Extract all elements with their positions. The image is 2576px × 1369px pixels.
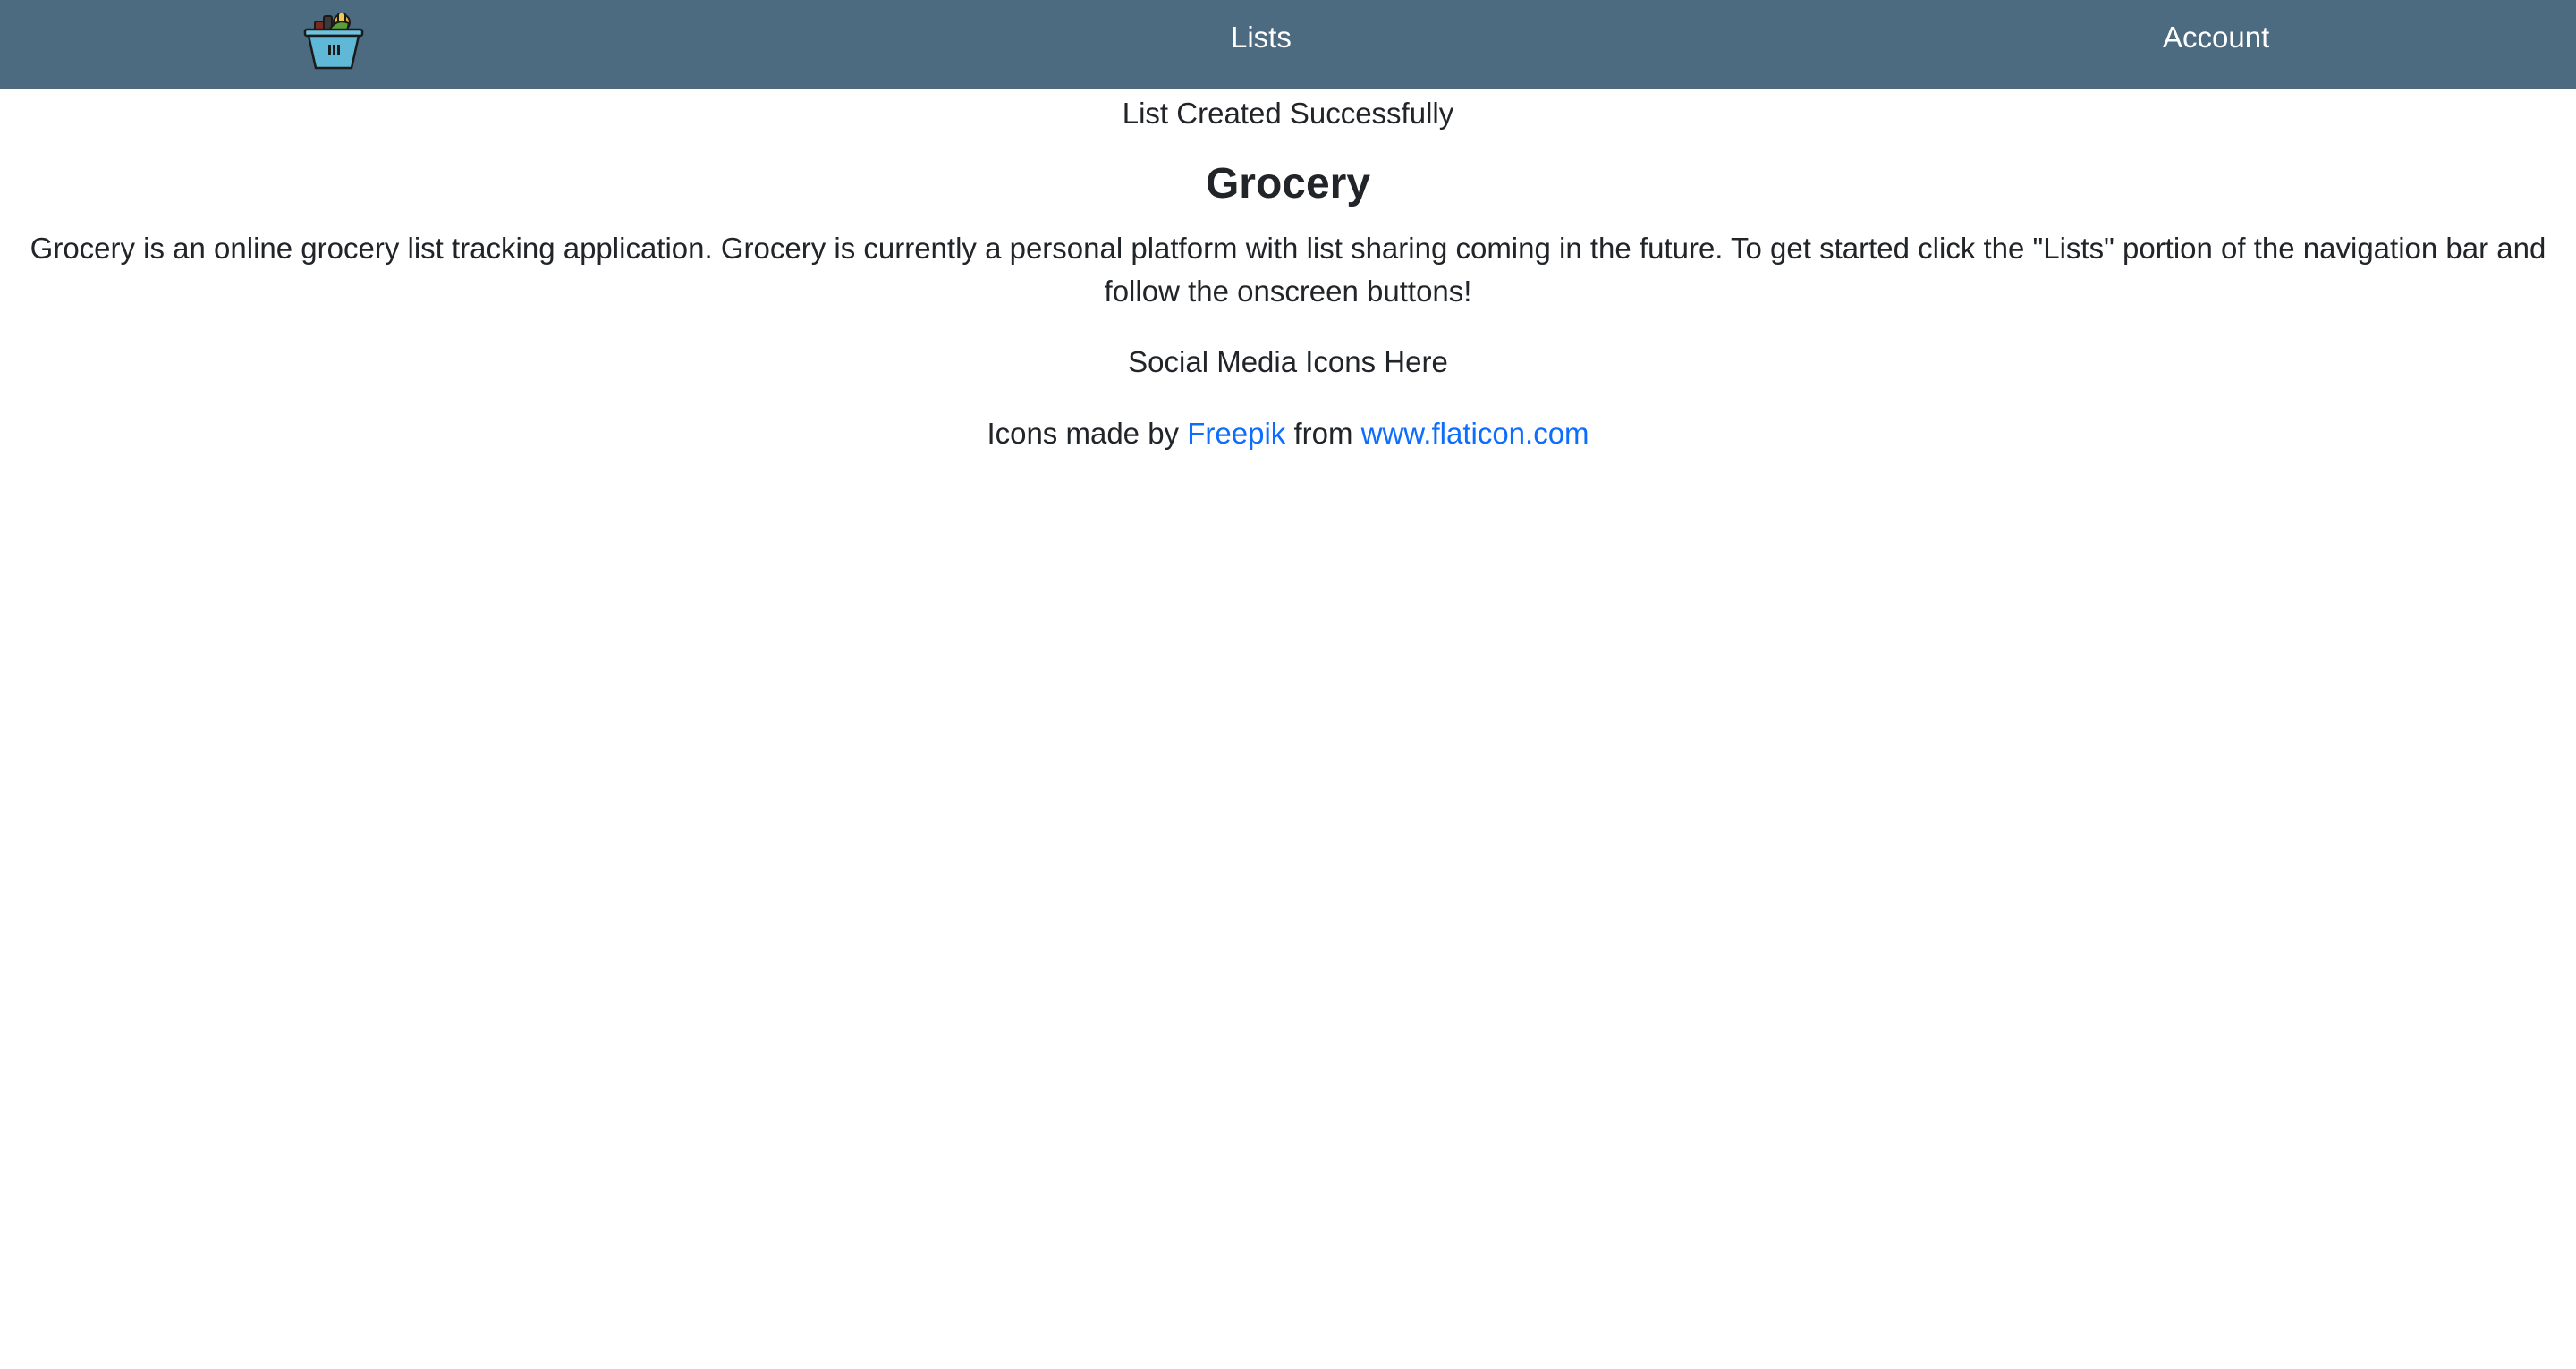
flaticon-link[interactable]: www.flaticon.com [1361, 417, 1589, 450]
credits-prefix: Icons made by [987, 417, 1180, 450]
social-media-placeholder: Social Media Icons Here [1128, 345, 1448, 378]
nav-link-account[interactable]: Account [2163, 0, 2269, 75]
icon-credits: Icons made by Freepik from www.flaticon.… [0, 413, 2576, 454]
grocery-basket-icon [303, 13, 364, 70]
navbar: Lists Account [0, 0, 2576, 89]
credits-middle: from [1293, 417, 1353, 450]
page-title: Grocery [1205, 160, 1371, 207]
freepik-link[interactable]: Freepik [1187, 417, 1285, 450]
flash-message: List Created Successfully [1122, 97, 1454, 130]
nav-link-lists[interactable]: Lists [1231, 0, 1292, 75]
app-description: Grocery is an online grocery list tracki… [30, 232, 2546, 308]
